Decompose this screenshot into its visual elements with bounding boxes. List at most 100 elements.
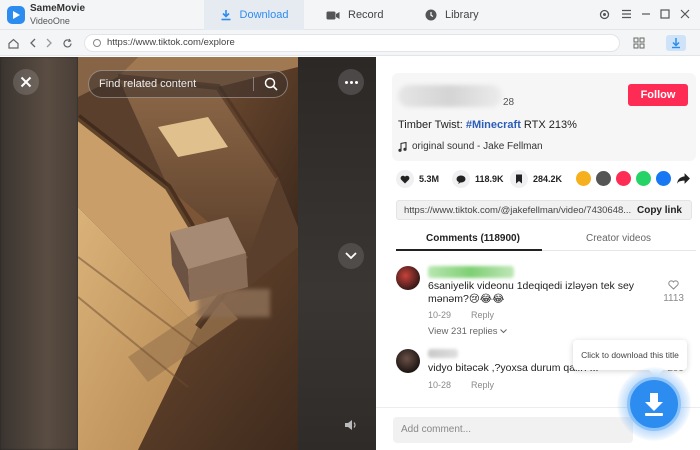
more-dot bbox=[349, 80, 353, 84]
more-dot bbox=[354, 80, 358, 84]
home-icon[interactable] bbox=[6, 36, 20, 50]
tab-library[interactable]: Library bbox=[425, 0, 485, 30]
sound-title: original sound - Jake Fellman bbox=[412, 141, 543, 152]
app-subtitle: VideoOne bbox=[30, 16, 70, 26]
video-frame[interactable] bbox=[78, 57, 298, 450]
view-replies-label: View 231 replies bbox=[428, 326, 498, 337]
comment-date: 10-28 bbox=[428, 380, 452, 390]
download-arrow-icon bbox=[645, 393, 663, 416]
avatar[interactable] bbox=[396, 349, 420, 373]
comment-date: 10-29 bbox=[428, 310, 452, 320]
heart-outline-icon bbox=[668, 280, 679, 290]
repost-share-icon[interactable] bbox=[576, 171, 591, 186]
comment-meta: 10-29 Reply bbox=[428, 310, 494, 320]
tab-creator-videos[interactable]: Creator videos bbox=[586, 233, 651, 244]
whatsapp-share-icon[interactable] bbox=[636, 171, 651, 186]
maximize-icon[interactable] bbox=[658, 7, 672, 21]
app-logo-icon bbox=[7, 6, 25, 24]
close-window-icon[interactable] bbox=[678, 7, 692, 21]
post-hashtag-link[interactable]: #Minecraft bbox=[466, 119, 521, 131]
more-dot bbox=[344, 80, 348, 84]
settings-gear-icon[interactable] bbox=[597, 7, 611, 21]
tab-comments[interactable]: Comments (118900) bbox=[426, 233, 520, 244]
lock-icon bbox=[93, 39, 101, 47]
more-options-button[interactable] bbox=[338, 69, 364, 95]
post-link-text: https://www.tiktok.com/@jakefellman/vide… bbox=[404, 205, 632, 216]
post-sound[interactable]: original sound - Jake Fellman bbox=[398, 141, 543, 152]
like-count: 5.3M bbox=[419, 174, 440, 184]
avatar[interactable] bbox=[396, 266, 420, 290]
post-stats: 5.3M 118.9K 284.2K bbox=[396, 170, 696, 188]
video-still-image bbox=[78, 57, 298, 450]
chevron-down-icon bbox=[500, 329, 508, 334]
comment-tabs: Comments (118900) Creator videos bbox=[396, 229, 696, 251]
share-arrow-icon[interactable] bbox=[676, 171, 691, 186]
save-stat[interactable]: 284.2K bbox=[510, 170, 562, 188]
comment-like[interactable]: 1113 bbox=[663, 280, 684, 304]
back-icon[interactable] bbox=[26, 36, 40, 50]
related-search-input[interactable]: Find related content bbox=[88, 70, 288, 98]
comment-meta: 10-28 Reply bbox=[428, 380, 494, 390]
embed-code-icon[interactable] bbox=[596, 171, 611, 186]
url-text: https://www.tiktok.com/explore bbox=[107, 37, 235, 48]
app-title: SameMovie bbox=[30, 3, 86, 14]
tab-record-label: Record bbox=[348, 9, 384, 21]
send-share-icon[interactable] bbox=[616, 171, 631, 186]
download-icon bbox=[221, 10, 231, 21]
post-desc-suffix: RTX 213% bbox=[520, 119, 577, 131]
save-count: 284.2K bbox=[533, 174, 563, 184]
download-tooltip: Click to download this title bbox=[573, 340, 687, 370]
tab-record[interactable]: Record bbox=[326, 0, 386, 30]
heart-icon bbox=[396, 170, 414, 188]
reply-button[interactable]: Reply bbox=[471, 380, 494, 390]
address-bar: https://www.tiktok.com/explore bbox=[0, 30, 700, 56]
next-video-button[interactable] bbox=[338, 243, 364, 269]
bookmark-icon bbox=[510, 170, 528, 188]
forward-icon[interactable] bbox=[42, 36, 56, 50]
grid-view-icon[interactable] bbox=[632, 36, 646, 50]
comment-item: 6saniyelik videonu 1deqiqedi izləyən tek… bbox=[396, 266, 696, 346]
creator-handle-suffix: 28 bbox=[503, 97, 515, 108]
follow-button[interactable]: Follow bbox=[628, 84, 688, 106]
close-icon bbox=[20, 76, 32, 88]
like-stat[interactable]: 5.3M bbox=[396, 170, 439, 188]
library-icon bbox=[425, 9, 437, 21]
tab-download[interactable]: Download bbox=[204, 0, 304, 30]
search-icon[interactable] bbox=[264, 77, 278, 91]
creator-handle-blurred[interactable] bbox=[398, 85, 502, 107]
download-title-button[interactable] bbox=[627, 377, 681, 431]
commenter-name-blurred[interactable] bbox=[428, 266, 514, 278]
record-icon bbox=[326, 11, 340, 19]
creator-card: 28 Follow Timber Twist: #Minecraft RTX 2… bbox=[392, 73, 696, 161]
app-name: SameMovie VideoOne bbox=[30, 3, 85, 27]
copy-link-button[interactable]: Copy link bbox=[637, 205, 682, 216]
post-link-field[interactable]: https://www.tiktok.com/@jakefellman/vide… bbox=[396, 200, 692, 220]
comment-like-count: 1113 bbox=[663, 293, 684, 304]
view-replies-button[interactable]: View 231 replies bbox=[428, 326, 508, 337]
post-description: Timber Twist: #Minecraft RTX 213% bbox=[398, 119, 577, 131]
post-desc-prefix: Timber Twist: bbox=[398, 119, 466, 131]
url-input[interactable]: https://www.tiktok.com/explore bbox=[84, 34, 620, 52]
video-backdrop-left bbox=[0, 57, 78, 450]
reply-button[interactable]: Reply bbox=[471, 310, 494, 320]
comment-stat[interactable]: 118.9K bbox=[452, 170, 504, 188]
refresh-icon[interactable] bbox=[60, 36, 74, 50]
tab-library-label: Library bbox=[445, 9, 479, 21]
tab-download-label: Download bbox=[239, 9, 289, 21]
comment-bubble-icon bbox=[452, 170, 470, 188]
title-bar: SameMovie VideoOne Download Record Libra… bbox=[0, 0, 700, 30]
facebook-share-icon[interactable] bbox=[656, 171, 671, 186]
download-panel-icon[interactable] bbox=[666, 35, 686, 51]
music-note-icon bbox=[398, 141, 407, 152]
menu-icon[interactable] bbox=[619, 7, 633, 21]
active-tab-underline bbox=[396, 249, 542, 251]
add-comment-input[interactable]: Add comment... bbox=[393, 417, 633, 443]
volume-icon bbox=[345, 420, 356, 430]
close-video-button[interactable] bbox=[13, 69, 39, 95]
comment-text: 6saniyelik videonu 1deqiqedi izləyən tek… bbox=[428, 280, 635, 305]
search-divider bbox=[253, 77, 254, 91]
commenter-name-blurred[interactable] bbox=[428, 349, 458, 358]
video-player[interactable]: Find related content bbox=[0, 57, 376, 450]
volume-button[interactable] bbox=[338, 412, 364, 438]
minimize-icon[interactable] bbox=[639, 7, 653, 21]
